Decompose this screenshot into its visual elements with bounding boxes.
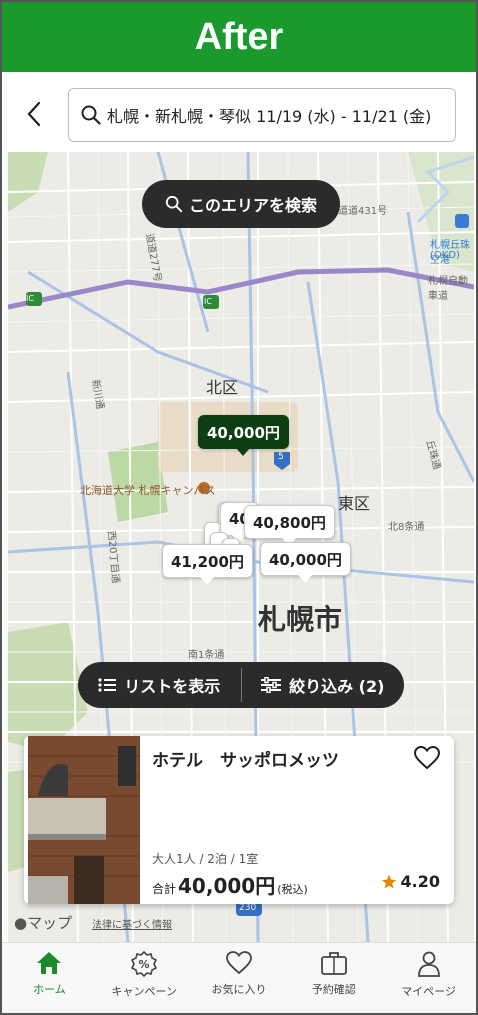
home-icon — [37, 952, 62, 974]
tab-home-label: ホーム — [33, 983, 66, 996]
sapporo-shi-label: 札幌市 — [258, 603, 343, 636]
route-5-label: 5 — [278, 452, 284, 462]
person-icon — [417, 951, 440, 977]
tax-note: (税込) — [277, 883, 308, 896]
tab-favorites-label: お気に入り — [211, 983, 267, 996]
search-conditions-field[interactable]: 札幌・新札幌・琴似 11/19 (水) - 11/21 (金) — [68, 88, 456, 142]
price-row: 合計 40,000円 (税込) — [152, 870, 308, 899]
show-list-label: リストを表示 — [124, 677, 221, 696]
price-pin-selected[interactable]: 40,000円 — [198, 415, 289, 456]
total-label: 合計 — [152, 882, 177, 896]
higashi-ku-label: 東区 — [338, 494, 371, 513]
favorite-button[interactable] — [413, 745, 441, 774]
kita8-label: 北8条通 — [388, 522, 425, 533]
route-230-label: 230 — [239, 903, 257, 913]
heart-icon — [413, 745, 441, 770]
apple-logo-icon: ● — [14, 914, 28, 932]
legal-link[interactable]: 法律に基づく情報 — [92, 916, 172, 931]
price-pin[interactable]: 40,800円 — [244, 505, 335, 546]
show-list-button[interactable]: リストを表示 — [78, 662, 241, 708]
tab-reservations-label: 予約確認 — [311, 983, 356, 996]
rating-value: 4.20 — [400, 872, 440, 891]
map-view[interactable]: IC IC 5 230 道道431号 道道277号 新川通 西20丁目通 南1条… — [8, 152, 474, 942]
chevron-left-icon — [27, 101, 41, 127]
app-frame: After 札幌・新札幌・琴似 11/19 (水) - 11/21 (金) IC… — [0, 0, 478, 1015]
hokudai-label: 北海道大学 札幌キャンパス — [80, 484, 216, 497]
price-amount: 40,000円 — [178, 874, 276, 898]
search-header: 札幌・新札幌・琴似 11/19 (水) - 11/21 (金) — [2, 72, 476, 154]
price-pin[interactable]: 40,000円 — [260, 542, 351, 583]
tab-favorites[interactable]: お気に入り — [192, 943, 287, 1013]
minami1-label: 南1条通 — [188, 650, 225, 661]
list-icon — [98, 678, 117, 692]
hotel-card[interactable]: ホテル サッポロメッツ 大人1人 / 2泊 / 1室 合計 40,000円 (税… — [24, 736, 454, 904]
ic-label-left: IC — [26, 294, 34, 303]
search-this-area-label: このエリアを検索 — [188, 196, 317, 215]
back-button[interactable] — [20, 100, 48, 128]
percent-badge-icon: % — [131, 951, 158, 977]
list-filter-bar: リストを表示 絞り込み (2) — [78, 662, 404, 708]
ic-label-right: IC — [204, 297, 212, 306]
tab-bar: ホーム % キャンペーン お気に入り 予約確認 マイページ — [2, 942, 476, 1013]
search-icon — [165, 195, 183, 213]
apple-maps-logo: ●マップ — [14, 914, 73, 932]
hotel-photo — [28, 736, 140, 904]
guest-summary: 大人1人 / 2泊 / 1室 — [152, 852, 259, 866]
rating: 4.20 — [381, 872, 440, 891]
sliders-icon — [261, 677, 282, 693]
tab-home[interactable]: ホーム — [2, 943, 97, 1013]
heart-icon — [226, 951, 252, 975]
price-pin[interactable]: 41,200円 — [162, 544, 253, 585]
after-banner: After — [2, 2, 476, 72]
kita-ku-label: 北区 — [206, 378, 239, 397]
tab-campaign[interactable]: % キャンペーン — [97, 943, 192, 1013]
tab-mypage[interactable]: マイページ — [381, 943, 476, 1013]
search-this-area-button[interactable]: このエリアを検索 — [142, 180, 340, 228]
tab-reservations[interactable]: 予約確認 — [286, 943, 381, 1013]
filter-button[interactable]: 絞り込み (2) — [242, 662, 405, 708]
expressway-label: 札幌自動車道 — [428, 276, 468, 302]
search-icon — [81, 105, 101, 125]
road-431-label: 道道431号 — [338, 206, 388, 217]
tab-mypage-label: マイページ — [401, 985, 456, 998]
search-conditions-text: 札幌・新札幌・琴似 11/19 (水) - 11/21 (金) — [107, 107, 432, 126]
airport-code-label: (OKD) — [430, 250, 460, 261]
svg-text:%: % — [139, 958, 150, 971]
suitcase-icon — [320, 952, 347, 975]
star-icon — [381, 874, 396, 888]
tab-campaign-label: キャンペーン — [111, 985, 177, 998]
filter-label: 絞り込み (2) — [289, 677, 385, 696]
hotel-name: ホテル サッポロメッツ — [152, 751, 339, 771]
